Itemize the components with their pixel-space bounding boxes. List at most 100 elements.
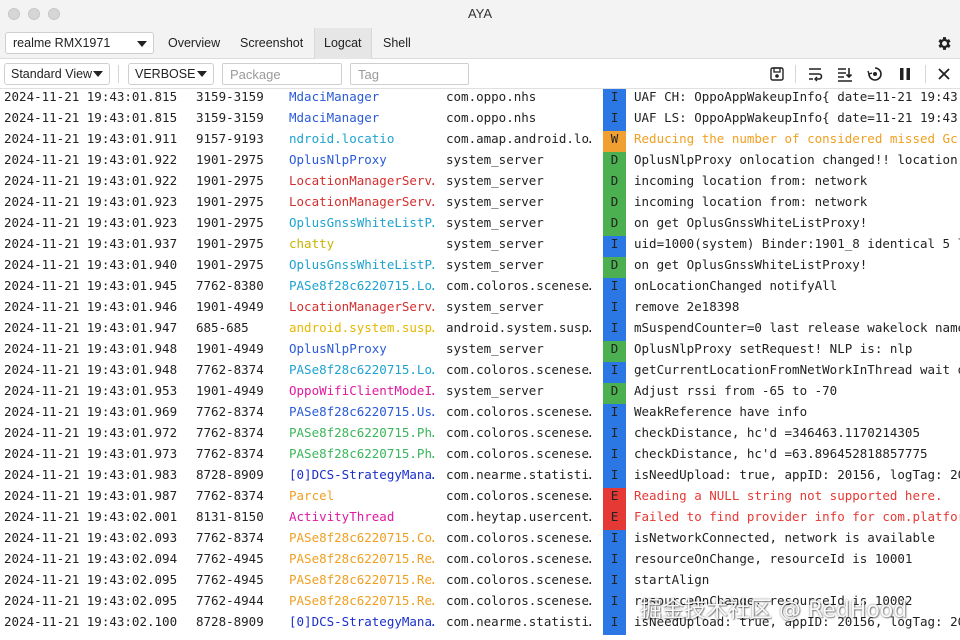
log-row[interactable]: 2024-11-21 19:43:01.953 1901-4949 OppoWifi… — [0, 383, 960, 404]
log-message: OplusNlpProxy setRequest! NLP is: nlp — [634, 341, 913, 356]
log-pid: 1901-2975 — [196, 194, 264, 209]
log-pid: 685-685 — [196, 320, 249, 335]
log-row[interactable]: 2024-11-21 19:43:01.923 1901-2975 Location… — [0, 194, 960, 215]
log-row[interactable]: 2024-11-21 19:43:01.969 7762-8374 PASe8f28… — [0, 404, 960, 425]
log-pid: 1901-2975 — [196, 257, 264, 272]
divider — [795, 65, 796, 83]
log-message: Reducing the number of considered missed… — [634, 131, 958, 146]
log-tag: chatty — [289, 236, 335, 251]
log-row[interactable]: 2024-11-21 19:43:01.947 685-685 android.sy… — [0, 320, 960, 341]
log-row[interactable]: 2024-11-21 19:43:01.940 1901-2975 OplusGns… — [0, 257, 960, 278]
log-time: 2024-11-21 19:43:01.815 — [4, 110, 178, 125]
log-pid: 9157-9193 — [196, 131, 264, 146]
log-tag: PASe8f28c6220715.Re… — [289, 572, 435, 587]
log-level-badge: I — [603, 467, 626, 488]
log-package: com.coloros.scenese… — [446, 572, 592, 587]
log-level-badge: I — [603, 551, 626, 572]
log-level-badge: I — [603, 530, 626, 551]
view-mode-select[interactable]: Standard View — [4, 63, 110, 85]
log-package: com.nearme.statisti… — [446, 467, 592, 482]
log-row[interactable]: 2024-11-21 19:43:02.093 7762-8374 PASe8f28… — [0, 530, 960, 551]
log-row[interactable]: 2024-11-21 19:43:01.946 1901-4949 Location… — [0, 299, 960, 320]
tab-screenshot[interactable]: Screenshot — [231, 28, 312, 59]
log-pid: 8131-8150 — [196, 509, 264, 524]
clear-icon[interactable] — [935, 65, 953, 83]
log-list[interactable]: 2024-11-21 19:43:01.815 3159-3159 MdaciMan… — [0, 89, 960, 640]
log-row[interactable]: 2024-11-21 19:43:01.973 7762-8374 PASe8f28… — [0, 446, 960, 467]
log-time: 2024-11-21 19:43:02.095 — [4, 572, 178, 587]
log-level-badge: I — [603, 362, 626, 383]
log-time: 2024-11-21 19:43:01.923 — [4, 194, 178, 209]
log-pid: 1901-2975 — [196, 236, 264, 251]
log-pid: 1901-4949 — [196, 341, 264, 356]
tab-shell[interactable]: Shell — [374, 28, 420, 59]
log-tag: [0]DCS-StrategyMana… — [289, 614, 435, 629]
log-tag: PASe8f28c6220715.Co… — [289, 530, 435, 545]
log-message: incoming location from: network — [634, 194, 868, 209]
log-row[interactable]: 2024-11-21 19:43:01.911 9157-9193 ndroid.l… — [0, 131, 960, 152]
wrap-lines-icon[interactable] — [806, 65, 824, 83]
log-message: OplusNlpProxy onlocation changed!! locat… — [634, 152, 960, 167]
log-pid: 8728-8909 — [196, 614, 264, 629]
log-level-select[interactable]: VERBOSE — [128, 63, 214, 85]
log-message: onLocationChanged notifyAll — [634, 278, 838, 293]
log-time: 2024-11-21 19:43:01.922 — [4, 173, 178, 188]
pause-icon[interactable] — [896, 65, 914, 83]
log-time: 2024-11-21 19:43:02.095 — [4, 593, 178, 608]
log-time: 2024-11-21 19:43:02.094 — [4, 551, 178, 566]
log-tag: PASe8f28c6220715.Ph… — [289, 425, 435, 440]
log-time: 2024-11-21 19:43:01.922 — [4, 152, 178, 167]
log-message: startAlign — [634, 572, 710, 587]
log-level-badge: I — [603, 299, 626, 320]
log-tag: LocationManagerServ… — [289, 299, 435, 314]
log-pid: 3159-3159 — [196, 89, 264, 104]
log-package: com.oppo.nhs — [446, 89, 537, 104]
log-row[interactable]: 2024-11-21 19:43:01.983 8728-8909 [0]DCS-S… — [0, 467, 960, 488]
log-tag: ndroid.locatio — [289, 131, 395, 146]
scroll-to-end-icon[interactable] — [836, 65, 854, 83]
gear-icon[interactable] — [936, 35, 953, 52]
package-filter-input[interactable] — [222, 63, 342, 85]
log-level-badge: D — [603, 383, 626, 404]
title-bar: AYA — [0, 0, 960, 28]
log-row[interactable]: 2024-11-21 19:43:01.922 1901-2975 Location… — [0, 173, 960, 194]
log-row[interactable]: 2024-11-21 19:43:01.948 1901-4949 OplusNlp… — [0, 341, 960, 362]
log-row[interactable]: 2024-11-21 19:43:01.923 1901-2975 OplusGns… — [0, 215, 960, 236]
tab-overview[interactable]: Overview — [159, 28, 229, 59]
log-level-badge: W — [603, 131, 626, 152]
log-level-badge: I — [603, 320, 626, 341]
nav-bar: realme RMX1971 Overview Screenshot Logca… — [0, 28, 960, 59]
device-select[interactable]: realme RMX1971 — [5, 32, 154, 54]
log-package: system_server — [446, 299, 544, 314]
log-time: 2024-11-21 19:43:01.946 — [4, 299, 178, 314]
log-row[interactable]: 2024-11-21 19:43:01.815 3159-3159 MdaciMan… — [0, 89, 960, 110]
log-message: UAF CH: OppoAppWakeupInfo{ date=11-21 19… — [634, 89, 960, 104]
log-level-badge: D — [603, 215, 626, 236]
restart-icon[interactable] — [866, 65, 884, 83]
log-row[interactable]: 2024-11-21 19:43:01.972 7762-8374 PASe8f28… — [0, 425, 960, 446]
save-icon[interactable] — [768, 65, 786, 83]
log-tag: MdaciManager — [289, 110, 380, 125]
log-tag: android.system.susp… — [289, 320, 435, 335]
tag-filter-input[interactable] — [350, 63, 469, 85]
log-level-badge: D — [603, 341, 626, 362]
log-tag: ActivityThread — [289, 509, 395, 524]
log-row[interactable]: 2024-11-21 19:43:02.094 7762-4945 PASe8f28… — [0, 551, 960, 572]
tab-logcat[interactable]: Logcat — [314, 28, 372, 59]
log-time: 2024-11-21 19:43:01.945 — [4, 278, 178, 293]
log-tag: [0]DCS-StrategyMana… — [289, 467, 435, 482]
log-row[interactable]: 2024-11-21 19:43:02.095 7762-4945 PASe8f28… — [0, 572, 960, 593]
log-level-badge: I — [603, 425, 626, 446]
log-row[interactable]: 2024-11-21 19:43:01.815 3159-3159 MdaciMan… — [0, 110, 960, 131]
log-row[interactable]: 2024-11-21 19:43:01.987 7762-8374 Parcel co… — [0, 488, 960, 509]
log-row[interactable]: 2024-11-21 19:43:01.945 7762-8380 PASe8f28… — [0, 278, 960, 299]
log-row[interactable]: 2024-11-21 19:43:01.937 1901-2975 chatty sy… — [0, 236, 960, 257]
log-row[interactable]: 2024-11-21 19:43:01.948 7762-8374 PASe8f28… — [0, 362, 960, 383]
log-level-badge: E — [603, 488, 626, 509]
log-tag: OppoWifiClientModeI… — [289, 383, 435, 398]
log-row[interactable]: 2024-11-21 19:43:01.922 1901-2975 OplusNlp… — [0, 152, 960, 173]
log-level-badge: I — [603, 236, 626, 257]
log-row[interactable]: 2024-11-21 19:43:02.001 8131-8150 Activity… — [0, 509, 960, 530]
log-pid: 1901-2975 — [196, 215, 264, 230]
log-time: 2024-11-21 19:43:01.937 — [4, 236, 178, 251]
